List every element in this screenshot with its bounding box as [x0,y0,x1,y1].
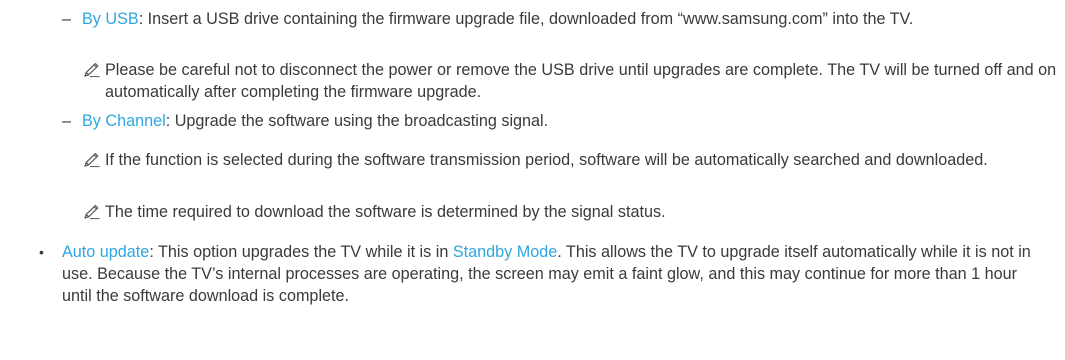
dash-marker: – [62,10,72,28]
standby-mode-link[interactable]: Standby Mode [453,243,557,261]
usb-warning-note: Please be careful not to disconnect the … [83,59,1058,103]
auto-update-link[interactable]: Auto update [62,243,149,261]
bullet-marker: • [39,244,44,260]
note-text: The time required to download the softwa… [105,203,666,221]
auto-update-text: Auto update: This option upgrades the TV… [38,241,1048,307]
note-text: Please be careful not to disconnect the … [105,61,1057,101]
channel-upgrade-item: – By Channel: Upgrade the software using… [60,110,1050,132]
usb-upgrade-text: By USB: Insert a USB drive containing th… [60,8,1050,30]
auto-update-description-1: : This option upgrades the TV while it i… [149,243,453,261]
signal-time-note: The time required to download the softwa… [83,201,1058,223]
channel-description: : Upgrade the software using the broadca… [165,112,549,130]
auto-update-item: • Auto update: This option upgrades the … [38,241,1048,307]
pencil-icon [83,152,101,168]
dash-marker: – [62,112,72,130]
usb-description: : Insert a USB drive containing the firm… [138,10,914,28]
pencil-icon [83,204,101,220]
pencil-icon [83,62,101,78]
usb-upgrade-item: – By USB: Insert a USB drive containing … [60,8,1050,30]
by-channel-link[interactable]: By Channel [82,112,166,130]
by-usb-link[interactable]: By USB [82,10,139,28]
note-text: If the function is selected during the s… [105,151,988,169]
transmission-note: If the function is selected during the s… [83,149,1058,171]
channel-upgrade-text: By Channel: Upgrade the software using t… [60,110,1050,132]
